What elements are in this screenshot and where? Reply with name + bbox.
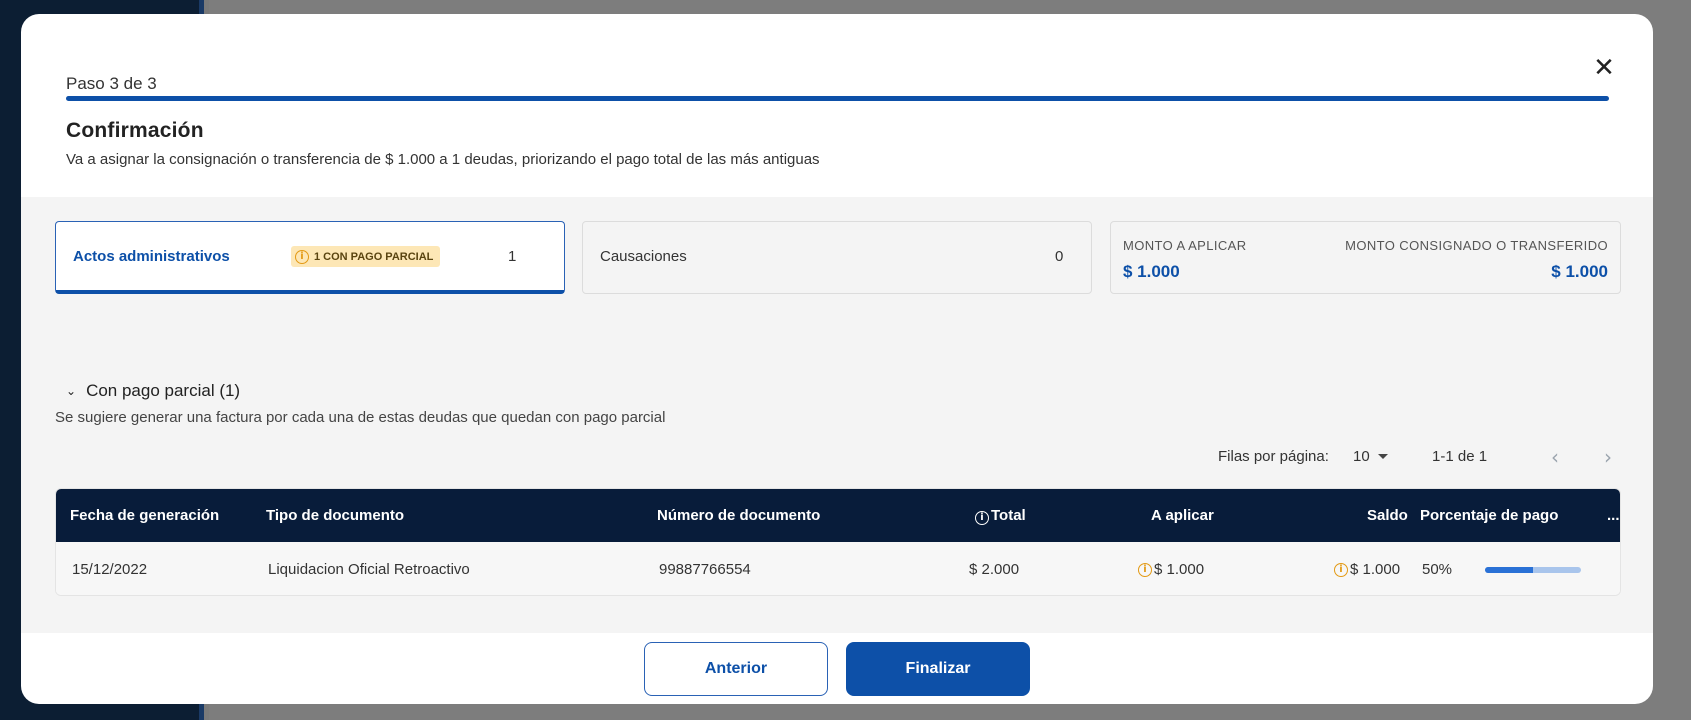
tab-causaciones-count: 0: [1055, 248, 1064, 265]
header-total[interactable]: i Total: [975, 507, 1026, 525]
cell-fecha: 15/12/2022: [72, 561, 148, 578]
partial-payment-badge: i 1 CON PAGO PARCIAL: [291, 246, 441, 267]
header-porcentaje[interactable]: Porcentaje de pago: [1420, 507, 1558, 524]
amount-transferred-label: MONTO CONSIGNADO O TRANSFERIDO: [1345, 238, 1608, 253]
amount-transferred-value: $ 1.000: [1551, 262, 1608, 281]
cell-tipo: Liquidacion Oficial Retroactivo: [268, 561, 470, 578]
tab-actos-administrativos[interactable]: Actos administrativos i 1 CON PAGO PARCI…: [55, 221, 565, 294]
cell-saldo: i $ 1.000: [1334, 561, 1400, 578]
table-row: 15/12/2022 Liquidacion Oficial Retroacti…: [56, 542, 1620, 595]
confirmation-modal: Paso 3 de 3 ✕ Confirmación Va a asignar …: [21, 14, 1653, 704]
warning-icon: i: [1334, 562, 1348, 577]
chevron-right-icon[interactable]: ›: [1604, 445, 1612, 469]
tab-causaciones-label: Causaciones: [600, 248, 687, 265]
badge-label: 1 CON PAGO PARCIAL: [314, 250, 434, 263]
cell-aplicar: i $ 1.000: [1138, 561, 1204, 578]
cell-numero: 99887766554: [659, 561, 751, 578]
tab-causaciones[interactable]: Causaciones 0: [582, 221, 1092, 294]
warning-icon: i: [295, 249, 309, 264]
table-header: Fecha de generación Tipo de documento Nú…: [56, 489, 1620, 542]
warning-icon: i: [1138, 562, 1152, 577]
header-aplicar[interactable]: A aplicar: [1151, 507, 1214, 524]
header-fecha[interactable]: Fecha de generación: [70, 507, 219, 524]
header-tipo[interactable]: Tipo de documento: [266, 507, 404, 524]
header-numero[interactable]: Número de documento: [657, 507, 820, 524]
cell-total: $ 2.000: [969, 561, 1020, 578]
pagination-range: 1-1 de 1: [1432, 448, 1488, 465]
modal-subtitle: Va a asignar la consignación o transfere…: [66, 151, 820, 168]
amounts-summary: MONTO A APLICAR $ 1.000 MONTO CONSIGNADO…: [1110, 221, 1621, 294]
debts-table: Fecha de generación Tipo de documento Nú…: [55, 488, 1621, 596]
tab-actos-label: Actos administrativos: [73, 248, 230, 265]
close-icon[interactable]: ✕: [1589, 52, 1619, 82]
tab-actos-count: 1: [508, 248, 517, 265]
partial-payment-section-toggle[interactable]: ⌄ Con pago parcial (1): [66, 381, 240, 401]
finish-button[interactable]: Finalizar: [846, 642, 1030, 696]
rows-per-page-value: 10: [1353, 448, 1370, 465]
amount-to-apply-value: $ 1.000: [1123, 262, 1180, 281]
rows-per-page-select[interactable]: 10: [1353, 448, 1388, 465]
section-description: Se sugiere generar una factura por cada …: [55, 409, 666, 426]
modal-title: Confirmación: [66, 119, 204, 142]
previous-button[interactable]: Anterior: [644, 642, 828, 696]
payment-progress-fill: [1485, 567, 1533, 573]
cell-porcentaje: 50%: [1422, 561, 1453, 578]
section-title: Con pago parcial (1): [86, 381, 241, 400]
info-icon: i: [975, 511, 989, 525]
chevron-left-icon[interactable]: ‹: [1551, 445, 1559, 469]
amount-to-apply-label: MONTO A APLICAR: [1123, 238, 1247, 253]
chevron-down-icon: ⌄: [66, 384, 77, 398]
step-progress-bar: [66, 96, 1609, 101]
caret-down-icon: [1377, 454, 1388, 459]
payment-progress-bar: [1485, 567, 1581, 573]
rows-per-page-label: Filas por página:: [1218, 448, 1329, 465]
step-indicator: Paso 3 de 3: [66, 74, 157, 93]
header-total-label: Total: [991, 507, 1026, 524]
cell-aplicar-value: $ 1.000: [1154, 561, 1205, 578]
header-saldo[interactable]: Saldo: [1367, 507, 1408, 524]
modal-content: Actos administrativos i 1 CON PAGO PARCI…: [21, 197, 1653, 633]
header-more-icon[interactable]: ...: [1607, 507, 1620, 524]
cell-saldo-value: $ 1.000: [1350, 561, 1401, 578]
